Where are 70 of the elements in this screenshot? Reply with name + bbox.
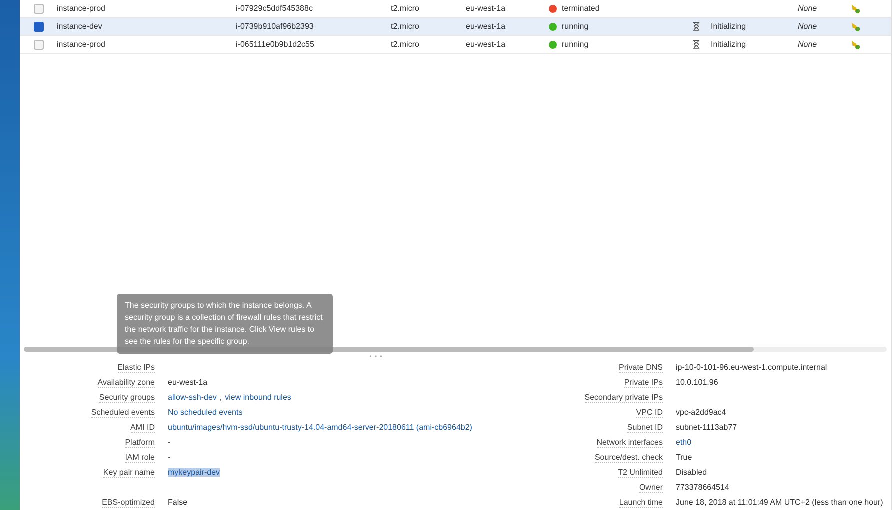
- detail-label: EBS-optimized: [102, 498, 155, 508]
- table-cell: instance-dev: [57, 22, 102, 31]
- table-cell: i-065111e0b9b1d2c55: [236, 40, 314, 49]
- table-cell: t2.micro: [391, 40, 420, 49]
- hourglass-icon: [693, 40, 700, 49]
- table-cell: Initializing: [711, 40, 746, 49]
- bell-icon[interactable]: [850, 3, 861, 14]
- row-checkbox[interactable]: [34, 4, 44, 14]
- table-cell: eu-west-1a: [466, 4, 506, 13]
- detail-label: Launch time: [619, 498, 663, 508]
- detail-value: vpc-a2dd9ac4: [676, 408, 726, 417]
- detail-label: IAM role: [125, 452, 155, 462]
- table-cell: Initializing: [711, 22, 746, 31]
- detail-link[interactable]: allow-ssh-dev: [168, 393, 217, 402]
- table-cell: eu-west-1a: [466, 40, 506, 49]
- table-cell: t2.micro: [391, 4, 420, 13]
- hourglass-icon: [693, 22, 700, 31]
- tooltip: The security groups to which the instance belongs. A security group is a collection of firewall rules that restrict the network traffic for the instance. Click View rules to see the rules for the specific group.: [117, 294, 333, 354]
- table-cell: None: [798, 22, 818, 31]
- table-cell: i-0739b910af96b2393: [236, 22, 314, 31]
- detail-label: Subnet ID: [627, 422, 663, 432]
- detail-label: Secondary private IPs: [584, 392, 663, 402]
- detail-value: subnet-1113ab77: [676, 423, 738, 432]
- detail-label: Network interfaces: [596, 438, 663, 448]
- detail-label: AMI ID: [130, 422, 155, 432]
- table-cell: None: [798, 40, 818, 49]
- instance-row[interactable]: instance-dev i-0739b910af96b2393 t2.micro eu-west-1a running Initializing None: [20, 18, 891, 36]
- detail-value: 10.0.101.96: [676, 378, 718, 387]
- table-cell: eu-west-1a: [466, 22, 506, 31]
- detail-label: Elastic IPs: [118, 362, 155, 372]
- detail-value: ,: [220, 393, 222, 402]
- table-cell: t2.micro: [391, 22, 420, 31]
- detail-label: Scheduled events: [91, 408, 155, 418]
- row-checkbox[interactable]: [34, 22, 44, 32]
- detail-value: ip-10-0-101-96.eu-west-1.compute.internal: [676, 363, 828, 372]
- table-cell: i-07929c5ddf545388c: [236, 4, 313, 13]
- detail-label: Key pair name: [103, 468, 155, 478]
- detail-label: Availability zone: [98, 378, 155, 388]
- detail-link[interactable]: view inbound rules: [225, 393, 292, 402]
- detail-label: Platform: [125, 438, 155, 448]
- detail-value: June 18, 2018 at 11:01:49 AM UTC+2 (less than one hour): [676, 498, 884, 507]
- bell-icon[interactable]: [850, 21, 861, 32]
- detail-value: 773378664514: [676, 483, 730, 492]
- detail-value: -: [168, 438, 171, 447]
- row-checkbox[interactable]: [34, 40, 44, 50]
- detail-label: Source/dest. check: [594, 452, 663, 462]
- detail-label: Security groups: [99, 392, 155, 402]
- detail-label: VPC ID: [636, 408, 663, 418]
- highlighted-value: mykeypair-dev: [168, 468, 220, 477]
- detail-link[interactable]: eth0: [676, 438, 692, 447]
- detail-value: True: [676, 453, 692, 462]
- detail-label: Owner: [639, 482, 663, 492]
- detail-label: T2 Unlimited: [618, 468, 663, 478]
- detail-label: Private IPs: [624, 378, 663, 388]
- detail-link[interactable]: ubuntu/images/hvm-ssd/ubuntu-trusty-14.04-amd64-server-20180611 (ami-cb6964b2): [168, 423, 472, 432]
- resize-handle-icon[interactable]: [368, 354, 382, 358]
- detail-value: Disabled: [676, 468, 708, 477]
- instance-row[interactable]: instance-prod i-065111e0b9b1d2c55 t2.micro eu-west-1a running Initializing None: [20, 36, 891, 54]
- detail-value: eu-west-1a: [168, 378, 208, 387]
- table-cell: running: [562, 22, 589, 31]
- table-cell: instance-prod: [57, 40, 106, 49]
- bell-icon[interactable]: [850, 39, 861, 50]
- detail-value: -: [168, 453, 171, 462]
- detail-value: False: [168, 498, 188, 507]
- table-cell: terminated: [562, 4, 600, 13]
- table-cell: instance-prod: [57, 4, 106, 13]
- table-cell: running: [562, 40, 589, 49]
- detail-link[interactable]: No scheduled events: [168, 408, 243, 417]
- table-cell: None: [798, 4, 818, 13]
- detail-label: Private DNS: [618, 362, 663, 372]
